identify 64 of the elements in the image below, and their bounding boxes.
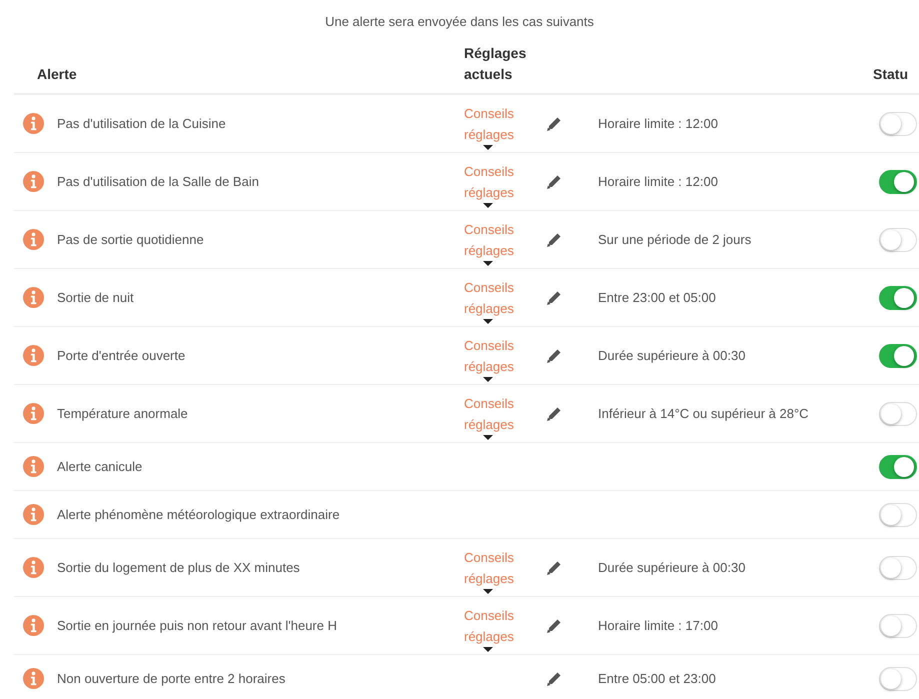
setting-value: Inférieur à 14°C ou supérieur à 28°C	[598, 406, 810, 421]
alert-name: Sortie du logement de plus de XX minutes	[57, 560, 301, 575]
caret-icon[interactable]	[483, 434, 493, 440]
alert-name: Alerte phénomène météorologique extraordinaire	[57, 507, 341, 522]
info-icon[interactable]	[23, 456, 44, 477]
status-toggle[interactable]	[879, 344, 917, 368]
setting-value: Horaire limite : 12:00	[598, 174, 719, 189]
pencil-icon[interactable]	[546, 560, 562, 576]
column-header: Statu	[873, 65, 908, 84]
alert-name: Pas d'utilisation de la Cuisine	[57, 116, 227, 131]
setting-value: Entre 23:00 et 05:00	[598, 290, 717, 305]
alert-name: Porte d'entrée ouverte	[57, 348, 186, 363]
advice-link[interactable]: Conseils réglages	[464, 160, 514, 202]
info-icon[interactable]	[23, 615, 44, 636]
setting-value: Horaire limite : 12:00	[598, 116, 719, 131]
column-header: Alerte	[37, 65, 78, 84]
alert-name: Pas d'utilisation de la Salle de Bain	[57, 174, 260, 189]
info-icon[interactable]	[23, 345, 44, 366]
pencil-icon[interactable]	[546, 670, 562, 686]
info-icon[interactable]	[23, 113, 44, 134]
setting-value: Sur une période de 2 jours	[598, 232, 752, 247]
pencil-icon[interactable]	[546, 232, 562, 248]
alert-name: Alerte canicule	[57, 459, 144, 474]
caret-icon[interactable]	[483, 318, 493, 324]
caret-icon[interactable]	[483, 376, 493, 382]
column-header: Réglages actuels	[464, 44, 528, 84]
info-icon[interactable]	[23, 504, 44, 525]
info-icon[interactable]	[23, 668, 44, 689]
advice-link[interactable]: Conseils réglages	[464, 604, 514, 646]
setting-value: Durée supérieure à 00:30	[598, 560, 746, 575]
advice-link[interactable]: Conseils réglages	[464, 546, 514, 588]
info-icon[interactable]	[23, 171, 44, 192]
setting-value: Entre 05:00 et 23:00	[598, 671, 717, 686]
pencil-icon[interactable]	[546, 406, 562, 422]
advice-link[interactable]: Conseils réglages	[464, 392, 514, 434]
status-toggle[interactable]	[879, 286, 917, 310]
alert-name: Sortie de nuit	[57, 290, 135, 305]
alert-name: Sortie en journée puis non retour avant l'heure H	[57, 618, 338, 633]
info-icon[interactable]	[23, 229, 44, 250]
pencil-icon[interactable]	[546, 174, 562, 190]
status-toggle[interactable]	[879, 170, 917, 194]
advice-link[interactable]: Conseils réglages	[464, 334, 514, 376]
pencil-icon[interactable]	[546, 618, 562, 634]
advice-link[interactable]: Conseils réglages	[464, 276, 514, 318]
info-icon[interactable]	[23, 557, 44, 578]
caret-icon[interactable]	[483, 588, 493, 594]
setting-value: Durée supérieure à 00:30	[598, 348, 746, 363]
intro-text: Une alerte sera envoyée dans les cas suivants	[324, 13, 595, 29]
info-icon[interactable]	[23, 287, 44, 308]
caret-icon[interactable]	[483, 260, 493, 266]
pencil-icon[interactable]	[546, 116, 562, 132]
advice-link[interactable]: Conseils réglages	[464, 218, 514, 260]
alert-name: Température anormale	[57, 406, 189, 421]
alert-name: Pas de sortie quotidienne	[57, 232, 205, 247]
info-icon[interactable]	[23, 403, 44, 424]
status-toggle[interactable]	[879, 454, 917, 478]
advice-link[interactable]: Conseils réglages	[464, 102, 514, 144]
setting-value: Horaire limite : 17:00	[598, 618, 719, 633]
caret-icon[interactable]	[483, 144, 493, 150]
caret-icon[interactable]	[483, 202, 493, 208]
pencil-icon[interactable]	[546, 290, 562, 306]
alert-name: Non ouverture de porte entre 2 horaires	[57, 671, 286, 686]
caret-icon[interactable]	[483, 646, 493, 652]
pencil-icon[interactable]	[546, 348, 562, 364]
